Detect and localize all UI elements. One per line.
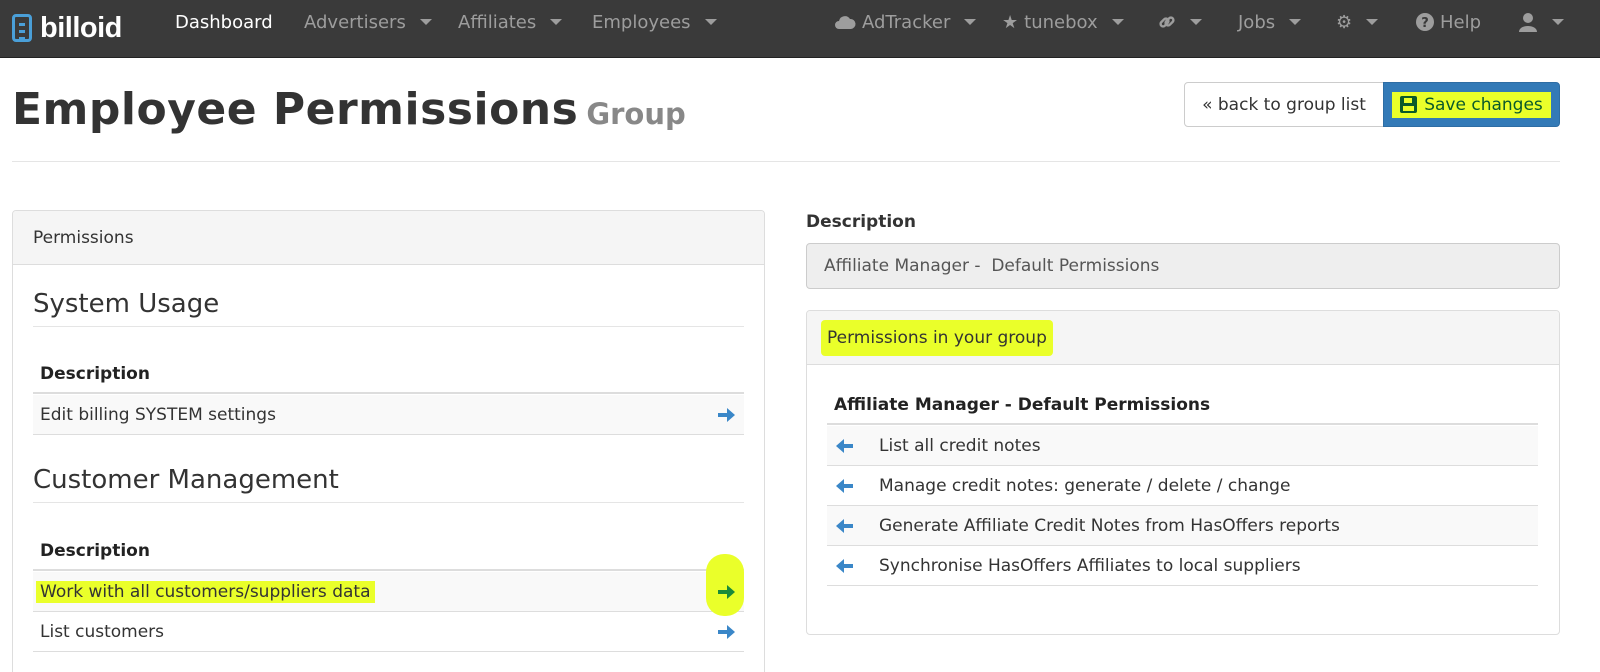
group-permission-row[interactable]: Synchronise HasOffers Affiliates to loca… bbox=[827, 546, 1538, 586]
document-icon bbox=[12, 14, 32, 42]
table-header: Description bbox=[33, 533, 744, 571]
table-header: Affiliate Manager - Default Permissions bbox=[827, 387, 1538, 425]
link-icon bbox=[1159, 16, 1175, 28]
page-title-text: Employee Permissions bbox=[12, 84, 579, 135]
save-changes-button[interactable]: Save changes bbox=[1383, 82, 1560, 127]
permissions-panel: Permissions System Usage Description Edi… bbox=[12, 210, 765, 672]
group-permission-label: Generate Affiliate Credit Notes from Has… bbox=[879, 515, 1340, 536]
caret-down-icon bbox=[419, 19, 432, 25]
arrow-right-icon[interactable] bbox=[716, 406, 736, 424]
arrow-left-icon[interactable] bbox=[835, 477, 855, 495]
nav-advertisers[interactable]: Advertisers bbox=[304, 0, 432, 44]
nav-dashboard-label: Dashboard bbox=[175, 11, 273, 33]
permission-row[interactable]: List customers bbox=[33, 612, 744, 652]
nav-settings[interactable]: ⚙ bbox=[1336, 0, 1379, 44]
group-permissions-heading-text: Permissions in your group bbox=[821, 319, 1053, 356]
permission-label: Edit billing SYSTEM settings bbox=[40, 404, 276, 425]
save-changes-label: Save changes bbox=[1424, 94, 1543, 115]
user-icon bbox=[1519, 13, 1537, 32]
caret-down-icon bbox=[964, 19, 977, 25]
nav-adtracker-label: AdTracker bbox=[862, 11, 951, 33]
caret-down-icon bbox=[1111, 19, 1124, 25]
permission-row[interactable]: Edit billing SYSTEM settings bbox=[33, 395, 744, 435]
save-changes-highlight: Save changes bbox=[1392, 91, 1551, 118]
brand-logo[interactable]: billoid bbox=[12, 8, 122, 48]
star-icon: ★ bbox=[1002, 11, 1019, 33]
nav-links[interactable] bbox=[1158, 0, 1202, 44]
top-navbar: billoid Dashboard Advertisers Affiliates… bbox=[0, 0, 1600, 58]
arrow-left-icon[interactable] bbox=[835, 517, 855, 535]
brand-name: billoid bbox=[40, 11, 122, 44]
question-circle-icon: ? bbox=[1416, 13, 1434, 31]
nav-help-label: Help bbox=[1440, 11, 1482, 33]
page-subtitle: Group bbox=[586, 97, 686, 131]
svg-text:?: ? bbox=[1421, 16, 1429, 31]
nav-user[interactable] bbox=[1518, 0, 1564, 44]
group-permission-row[interactable]: List all credit notes bbox=[827, 426, 1538, 466]
group-permissions-heading: Permissions in your group bbox=[807, 311, 1559, 365]
nav-tunebox-label: tunebox bbox=[1024, 11, 1098, 33]
permissions-panel-heading: Permissions bbox=[13, 211, 764, 265]
table-header: Description bbox=[33, 356, 744, 394]
cloud-icon bbox=[835, 16, 856, 29]
nav-jobs[interactable]: Jobs bbox=[1238, 0, 1302, 44]
group-permission-row[interactable]: Generate Affiliate Credit Notes from Has… bbox=[827, 506, 1538, 546]
header-divider bbox=[12, 161, 1560, 162]
gear-icon: ⚙ bbox=[1336, 11, 1353, 33]
nav-jobs-label: Jobs bbox=[1238, 11, 1276, 33]
arrow-right-icon[interactable] bbox=[716, 623, 736, 641]
arrow-left-icon[interactable] bbox=[835, 557, 855, 575]
back-to-group-list-button[interactable]: « back to group list bbox=[1184, 82, 1384, 127]
permission-label: Work with all customers/suppliers data bbox=[36, 580, 375, 603]
group-permission-label: Manage credit notes: generate / delete /… bbox=[879, 475, 1291, 496]
permission-row[interactable]: Work with all customers/suppliers data bbox=[33, 554, 744, 616]
nav-advertisers-label: Advertisers bbox=[304, 11, 406, 33]
group-permission-row[interactable]: Manage credit notes: generate / delete /… bbox=[827, 466, 1538, 506]
caret-down-icon bbox=[1289, 19, 1302, 25]
group-permissions-panel: Permissions in your group Affiliate Mana… bbox=[806, 310, 1560, 635]
caret-down-icon bbox=[1552, 19, 1564, 25]
description-label: Description bbox=[806, 212, 916, 232]
section-title-customer-management: Customer Management bbox=[33, 465, 339, 495]
group-permission-label: List all credit notes bbox=[879, 435, 1041, 456]
nav-adtracker[interactable]: AdTracker bbox=[834, 0, 977, 44]
section-divider bbox=[33, 326, 744, 327]
nav-employees[interactable]: Employees bbox=[592, 0, 717, 44]
section-title-system-usage: System Usage bbox=[33, 289, 220, 319]
permission-label: List customers bbox=[40, 621, 165, 642]
nav-tunebox[interactable]: ★ tunebox bbox=[1002, 0, 1124, 44]
nav-affiliates[interactable]: Affiliates bbox=[458, 0, 563, 44]
arrow-right-icon[interactable] bbox=[716, 583, 736, 601]
nav-help[interactable]: ? Help bbox=[1416, 0, 1481, 44]
page-title: Employee Permissions Group bbox=[12, 84, 686, 135]
section-divider bbox=[33, 502, 744, 503]
caret-down-icon bbox=[1190, 19, 1202, 25]
description-field[interactable]: Affiliate Manager - Default Permissions bbox=[806, 243, 1560, 289]
nav-affiliates-label: Affiliates bbox=[458, 11, 537, 33]
nav-dashboard[interactable]: Dashboard bbox=[175, 0, 273, 44]
floppy-disk-icon bbox=[1400, 96, 1418, 113]
caret-down-icon bbox=[550, 19, 563, 25]
caret-down-icon bbox=[1366, 19, 1379, 25]
group-permission-label: Synchronise HasOffers Affiliates to loca… bbox=[879, 555, 1301, 576]
nav-employees-label: Employees bbox=[592, 11, 691, 33]
arrow-left-icon[interactable] bbox=[835, 437, 855, 455]
caret-down-icon bbox=[704, 19, 717, 25]
